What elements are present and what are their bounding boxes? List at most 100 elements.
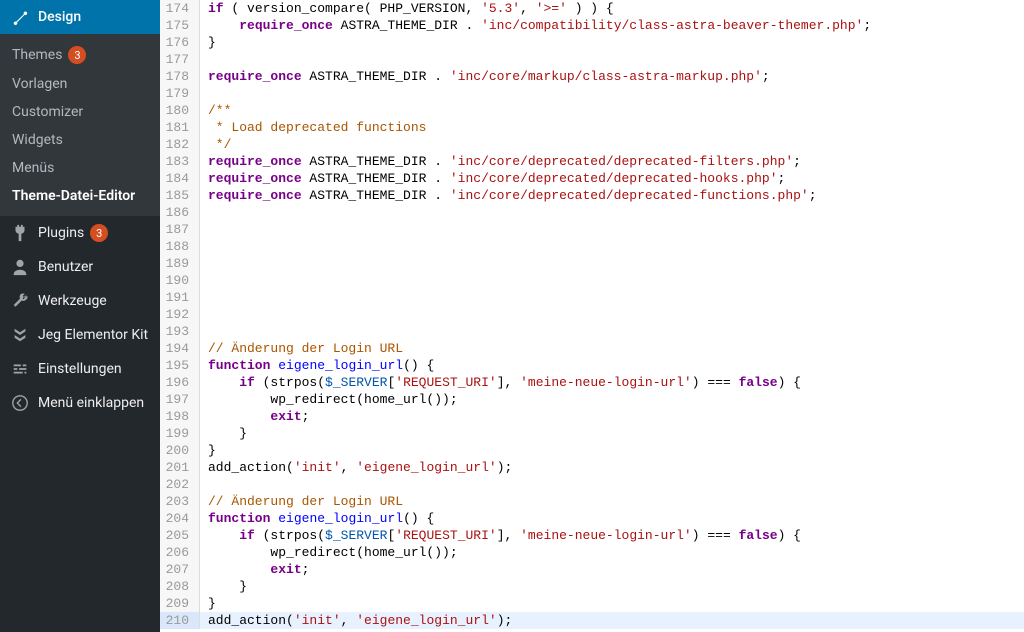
- code-content[interactable]: [200, 272, 1024, 289]
- code-line[interactable]: 184require_once ASTRA_THEME_DIR . 'inc/c…: [160, 170, 1024, 187]
- line-number: 186: [160, 204, 200, 221]
- code-line[interactable]: 195function eigene_login_url() {: [160, 357, 1024, 374]
- code-line[interactable]: 192: [160, 306, 1024, 323]
- code-line[interactable]: 209}: [160, 595, 1024, 612]
- sidebar-item-label: Werkzeuge: [38, 293, 107, 309]
- code-line[interactable]: 198 exit;: [160, 408, 1024, 425]
- sidebar-item-werkzeuge[interactable]: Werkzeuge: [0, 284, 160, 318]
- code-line[interactable]: 180/**: [160, 102, 1024, 119]
- code-line[interactable]: 186: [160, 204, 1024, 221]
- code-line[interactable]: 188: [160, 238, 1024, 255]
- code-content[interactable]: // Änderung der Login URL: [200, 493, 1024, 510]
- sidebar-item-benutzer[interactable]: Benutzer: [0, 250, 160, 284]
- code-content[interactable]: wp_redirect(home_url());: [200, 391, 1024, 408]
- code-content[interactable]: [200, 51, 1024, 68]
- sidebar-item-label: Menü einklappen: [38, 395, 144, 411]
- code-content[interactable]: function eigene_login_url() {: [200, 510, 1024, 527]
- code-line[interactable]: 178require_once ASTRA_THEME_DIR . 'inc/c…: [160, 68, 1024, 85]
- code-content[interactable]: }: [200, 595, 1024, 612]
- code-line[interactable]: 179: [160, 85, 1024, 102]
- submenu-item-theme-datei-editor[interactable]: Theme-Datei-Editor: [0, 182, 160, 210]
- line-number: 200: [160, 442, 200, 459]
- code-line[interactable]: 200}: [160, 442, 1024, 459]
- code-content[interactable]: [200, 238, 1024, 255]
- code-line[interactable]: 183require_once ASTRA_THEME_DIR . 'inc/c…: [160, 153, 1024, 170]
- code-line[interactable]: 175 require_once ASTRA_THEME_DIR . 'inc/…: [160, 17, 1024, 34]
- code-line[interactable]: 190: [160, 272, 1024, 289]
- code-line[interactable]: 199 }: [160, 425, 1024, 442]
- code-content[interactable]: function eigene_login_url() {: [200, 357, 1024, 374]
- sidebar-item-label: Plugins: [38, 225, 84, 241]
- code-line[interactable]: 202: [160, 476, 1024, 493]
- code-content[interactable]: */: [200, 136, 1024, 153]
- code-content[interactable]: add_action('init', 'eigene_login_url');: [200, 459, 1024, 476]
- code-content[interactable]: }: [200, 34, 1024, 51]
- code-content[interactable]: [200, 221, 1024, 238]
- submenu-item-vorlagen[interactable]: Vorlagen: [0, 70, 160, 98]
- code-line[interactable]: 207 exit;: [160, 561, 1024, 578]
- code-line[interactable]: 181 * Load deprecated functions: [160, 119, 1024, 136]
- sidebar-item-einstellungen[interactable]: Einstellungen: [0, 352, 160, 386]
- sidebar-item-jeg-elementor-kit[interactable]: Jeg Elementor Kit: [0, 318, 160, 352]
- brush-icon: [10, 8, 30, 26]
- code-content[interactable]: [200, 204, 1024, 221]
- code-line[interactable]: 203// Änderung der Login URL: [160, 493, 1024, 510]
- code-content[interactable]: // Änderung der Login URL: [200, 340, 1024, 357]
- line-number: 181: [160, 119, 200, 136]
- code-content[interactable]: /**: [200, 102, 1024, 119]
- code-content[interactable]: [200, 85, 1024, 102]
- code-line[interactable]: 210add_action('init', 'eigene_login_url'…: [160, 612, 1024, 629]
- submenu-item-men-s[interactable]: Menüs: [0, 154, 160, 182]
- sidebar-top-design[interactable]: Design: [0, 0, 160, 34]
- line-number: 201: [160, 459, 200, 476]
- code-editor[interactable]: 174if ( version_compare( PHP_VERSION, '5…: [160, 0, 1024, 632]
- code-line[interactable]: 208 }: [160, 578, 1024, 595]
- code-line[interactable]: 182 */: [160, 136, 1024, 153]
- code-line[interactable]: 194// Änderung der Login URL: [160, 340, 1024, 357]
- code-content[interactable]: require_once ASTRA_THEME_DIR . 'inc/comp…: [200, 17, 1024, 34]
- code-content[interactable]: require_once ASTRA_THEME_DIR . 'inc/core…: [200, 187, 1024, 204]
- sidebar-item-plugins[interactable]: Plugins3: [0, 216, 160, 250]
- code-line[interactable]: 191: [160, 289, 1024, 306]
- code-line[interactable]: 187: [160, 221, 1024, 238]
- code-content[interactable]: if (strpos($_SERVER['REQUEST_URI'], 'mei…: [200, 527, 1024, 544]
- code-line[interactable]: 204function eigene_login_url() {: [160, 510, 1024, 527]
- code-line[interactable]: 206 wp_redirect(home_url());: [160, 544, 1024, 561]
- code-content[interactable]: wp_redirect(home_url());: [200, 544, 1024, 561]
- code-line[interactable]: 201add_action('init', 'eigene_login_url'…: [160, 459, 1024, 476]
- code-content[interactable]: add_action('init', 'eigene_login_url');: [200, 612, 1024, 629]
- code-content[interactable]: require_once ASTRA_THEME_DIR . 'inc/core…: [200, 153, 1024, 170]
- user-icon: [10, 258, 30, 276]
- submenu-item-themes[interactable]: Themes3: [0, 40, 160, 70]
- code-line[interactable]: 177: [160, 51, 1024, 68]
- code-content[interactable]: if (strpos($_SERVER['REQUEST_URI'], 'mei…: [200, 374, 1024, 391]
- code-content[interactable]: exit;: [200, 408, 1024, 425]
- submenu-item-widgets[interactable]: Widgets: [0, 126, 160, 154]
- submenu-item-customizer[interactable]: Customizer: [0, 98, 160, 126]
- line-number: 191: [160, 289, 200, 306]
- code-line[interactable]: 176}: [160, 34, 1024, 51]
- code-content[interactable]: exit;: [200, 561, 1024, 578]
- line-number: 187: [160, 221, 200, 238]
- code-line[interactable]: 196 if (strpos($_SERVER['REQUEST_URI'], …: [160, 374, 1024, 391]
- code-content[interactable]: require_once ASTRA_THEME_DIR . 'inc/core…: [200, 170, 1024, 187]
- code-line[interactable]: 193: [160, 323, 1024, 340]
- sidebar-item-men-einklappen[interactable]: Menü einklappen: [0, 386, 160, 420]
- code-content[interactable]: [200, 306, 1024, 323]
- code-content[interactable]: }: [200, 442, 1024, 459]
- code-content[interactable]: [200, 289, 1024, 306]
- code-content[interactable]: require_once ASTRA_THEME_DIR . 'inc/core…: [200, 68, 1024, 85]
- code-content[interactable]: if ( version_compare( PHP_VERSION, '5.3'…: [200, 0, 1024, 17]
- code-line[interactable]: 189: [160, 255, 1024, 272]
- code-content[interactable]: }: [200, 578, 1024, 595]
- code-line[interactable]: 197 wp_redirect(home_url());: [160, 391, 1024, 408]
- code-content[interactable]: [200, 255, 1024, 272]
- code-line[interactable]: 205 if (strpos($_SERVER['REQUEST_URI'], …: [160, 527, 1024, 544]
- code-content[interactable]: }: [200, 425, 1024, 442]
- sidebar-top-label: Design: [38, 9, 81, 25]
- code-content[interactable]: [200, 323, 1024, 340]
- code-line[interactable]: 185require_once ASTRA_THEME_DIR . 'inc/c…: [160, 187, 1024, 204]
- code-line[interactable]: 174if ( version_compare( PHP_VERSION, '5…: [160, 0, 1024, 17]
- code-content[interactable]: * Load deprecated functions: [200, 119, 1024, 136]
- code-content[interactable]: [200, 476, 1024, 493]
